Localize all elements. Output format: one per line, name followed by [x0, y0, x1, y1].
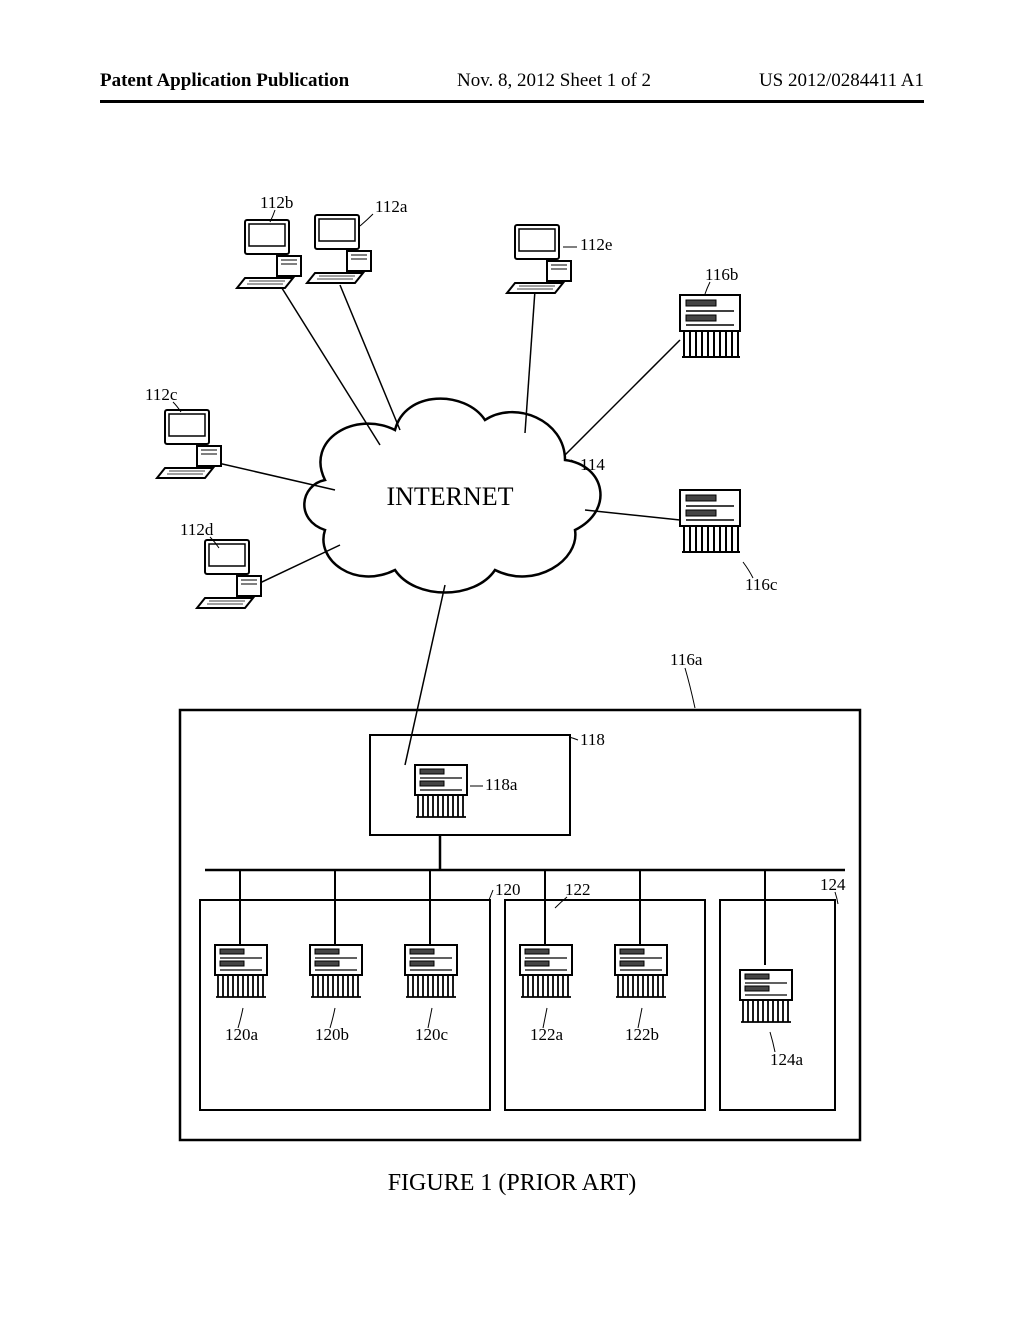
server-icon [310, 945, 362, 997]
link-line [405, 585, 445, 765]
leader-line [770, 1032, 775, 1052]
ref-120c: 120c [415, 1025, 449, 1044]
link-line [565, 340, 680, 455]
tier2-box-122 [505, 900, 705, 1110]
link-line [340, 285, 400, 430]
tier2-box-120 [200, 900, 490, 1110]
computer-icon [197, 540, 261, 608]
computer-icon [237, 220, 301, 288]
cloud-label: INTERNET [386, 482, 513, 511]
ref-124: 124 [820, 875, 846, 894]
computer-icon [157, 410, 221, 478]
date-sheet: Nov. 8, 2012 Sheet 1 of 2 [457, 70, 651, 92]
ref-112c: 112c [145, 385, 178, 404]
ref-116c: 116c [745, 575, 778, 594]
server-icon [520, 945, 572, 997]
leader-line [489, 890, 493, 900]
ref-112b: 112b [260, 193, 293, 212]
ref-122a: 122a [530, 1025, 564, 1044]
server-icon [680, 490, 740, 552]
leader-line [685, 668, 695, 708]
ref-122b: 122b [625, 1025, 659, 1044]
ref-114: 114 [580, 455, 605, 474]
server-icon [680, 295, 740, 357]
ref-116b: 116b [705, 265, 738, 284]
leader-line [555, 897, 567, 908]
link-line [280, 285, 380, 445]
header-rule [100, 100, 924, 103]
figure-caption: FIGURE 1 (PRIOR ART) [0, 1170, 1024, 1197]
server-icon [415, 765, 467, 817]
ref-122: 122 [565, 880, 591, 899]
pub-type: Patent Application Publication [100, 70, 349, 92]
ref-120a: 120a [225, 1025, 259, 1044]
leader-line [360, 214, 373, 226]
ref-120b: 120b [315, 1025, 349, 1044]
page-header: Patent Application Publication Nov. 8, 2… [100, 70, 924, 92]
computer-icon [507, 225, 571, 293]
diagram-svg: INTERNET 112b 112a [125, 190, 895, 1160]
link-line [525, 290, 535, 433]
ref-124a: 124a [770, 1050, 804, 1069]
tier1-box [370, 735, 570, 835]
server-icon [215, 945, 267, 997]
ref-112e: 112e [580, 235, 612, 254]
link-line [205, 460, 335, 490]
datacenter-box [180, 710, 860, 1140]
ref-118a: 118a [485, 775, 518, 794]
server-icon [405, 945, 457, 997]
ref-116a: 116a [670, 650, 703, 669]
ref-112d: 112d [180, 520, 214, 539]
figure-1: INTERNET 112b 112a [125, 190, 895, 1160]
pub-number: US 2012/0284411 A1 [759, 70, 924, 92]
server-icon [740, 970, 792, 1022]
ref-118: 118 [580, 730, 605, 749]
link-line [585, 510, 680, 520]
server-icon [615, 945, 667, 997]
ref-120: 120 [495, 880, 521, 899]
ref-112a: 112a [375, 197, 408, 216]
